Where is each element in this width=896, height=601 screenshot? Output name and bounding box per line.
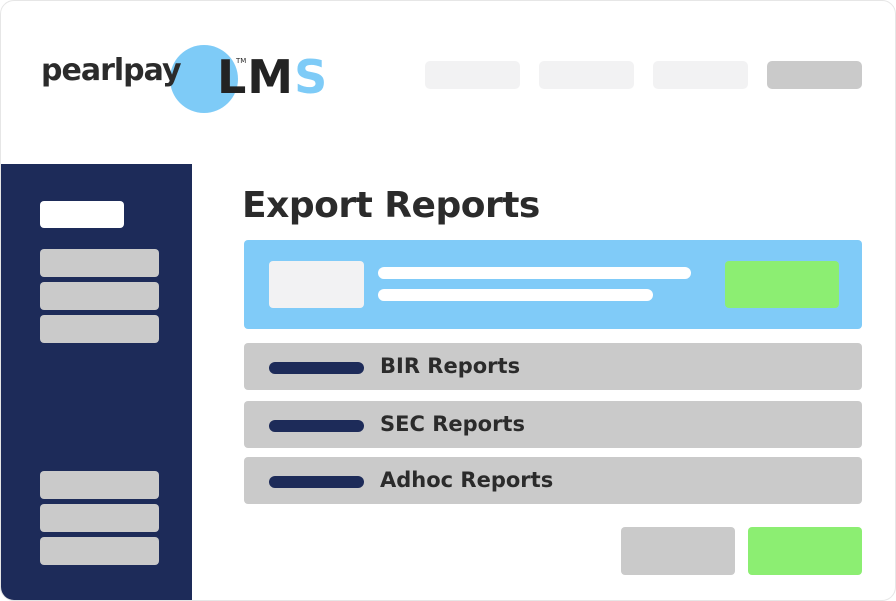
logo-product-prefix: LM <box>217 50 295 104</box>
logo-wordmark: pearlpay <box>41 53 181 88</box>
app-window: pearlpay TM LMS Export Reports BIR Repor… <box>0 0 896 601</box>
banner-thumbnail <box>269 261 364 308</box>
sidebar-item[interactable] <box>40 249 159 277</box>
report-row-sec[interactable]: SEC Reports <box>244 401 862 448</box>
sidebar-item[interactable] <box>40 537 159 565</box>
report-row-adhoc[interactable]: Adhoc Reports <box>244 457 862 504</box>
sidebar <box>1 164 192 600</box>
sidebar-item-active[interactable] <box>40 201 124 228</box>
banner-action-button[interactable] <box>725 261 839 308</box>
logo-product-suffix: S <box>294 50 329 104</box>
banner-text-line <box>378 289 653 301</box>
sidebar-item[interactable] <box>40 471 159 499</box>
topnav-button-2[interactable] <box>539 61 634 89</box>
sidebar-item[interactable] <box>40 504 159 532</box>
cancel-button[interactable] <box>621 527 735 575</box>
brand-logo: pearlpay TM LMS <box>41 41 341 117</box>
page-title: Export Reports <box>242 185 540 226</box>
topnav-button-4[interactable] <box>767 61 862 89</box>
report-row-bir[interactable]: BIR Reports <box>244 343 862 390</box>
sidebar-item[interactable] <box>40 282 159 310</box>
topnav-button-3[interactable] <box>653 61 748 89</box>
logo-product-name: LMS <box>217 50 328 104</box>
report-marker <box>269 476 364 488</box>
banner-text-line <box>378 267 691 279</box>
topnav-button-1[interactable] <box>425 61 520 89</box>
report-label: Adhoc Reports <box>380 468 554 492</box>
export-button[interactable] <box>748 527 862 575</box>
report-label: BIR Reports <box>380 354 521 378</box>
report-marker <box>269 420 364 432</box>
export-banner <box>244 240 862 329</box>
report-marker <box>269 362 364 374</box>
sidebar-item[interactable] <box>40 315 159 343</box>
report-label: SEC Reports <box>380 412 525 436</box>
